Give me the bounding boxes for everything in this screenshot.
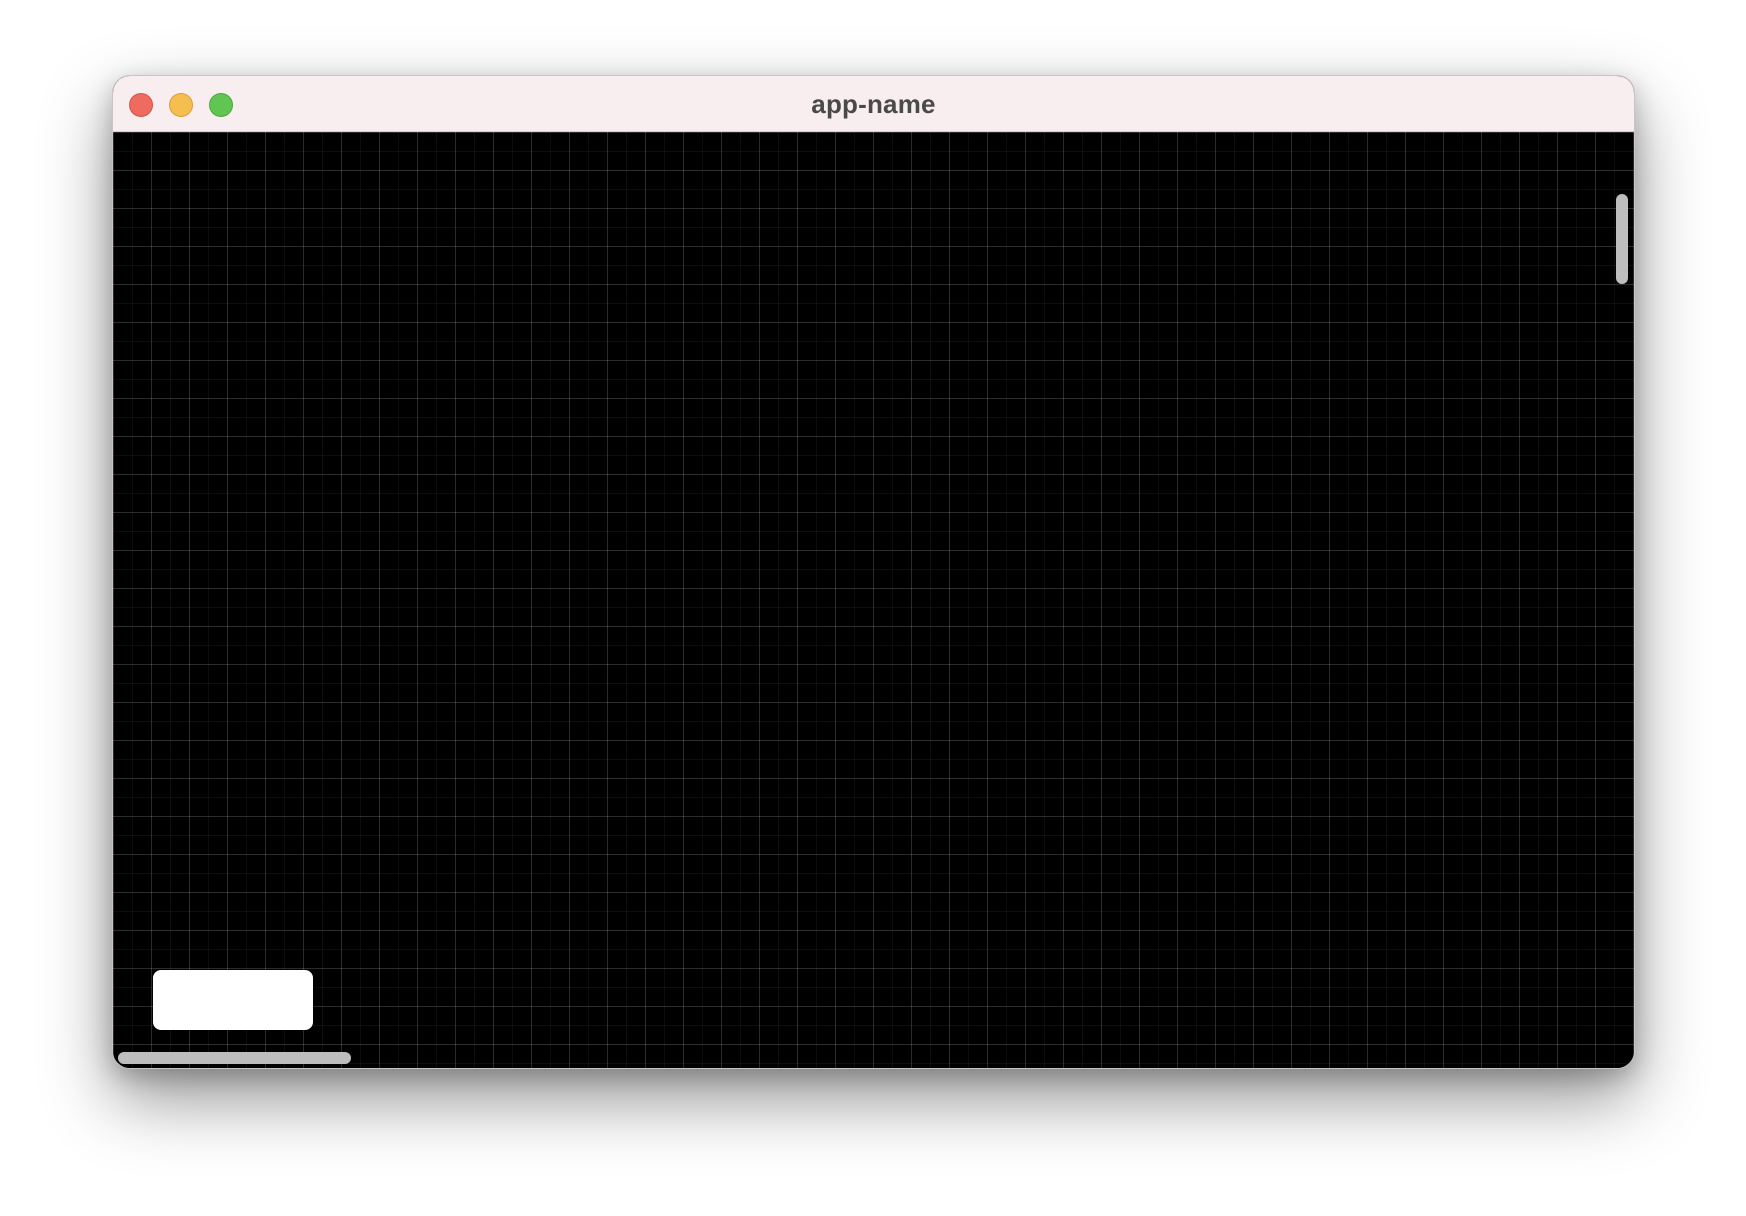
canvas-node[interactable] [153, 970, 313, 1030]
title-bar[interactable]: app-name [113, 76, 1634, 132]
grid-canvas[interactable] [113, 132, 1634, 1068]
horizontal-scrollbar[interactable] [118, 1052, 351, 1064]
app-window: app-name [112, 75, 1635, 1069]
vertical-scrollbar[interactable] [1616, 194, 1628, 284]
window-title: app-name [811, 89, 936, 119]
